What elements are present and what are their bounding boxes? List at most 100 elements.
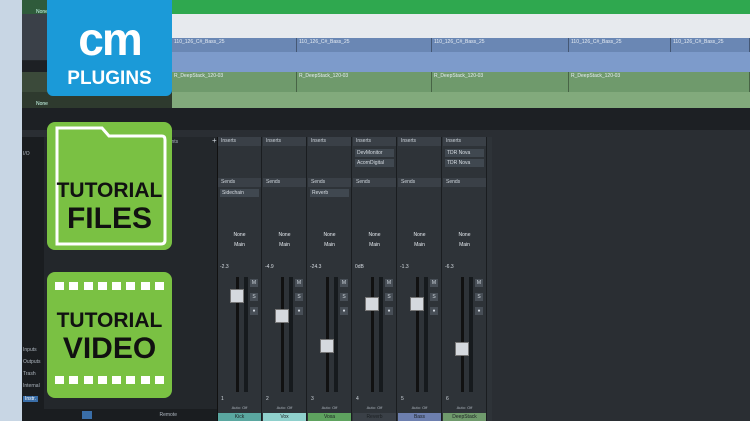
send-slot[interactable]: Sidechain [220, 189, 259, 197]
sidebar-item-internal[interactable]: Internal [23, 383, 40, 389]
channel-name[interactable]: Reverb [353, 413, 396, 421]
send-slot[interactable]: Reverb [310, 189, 349, 197]
input-route[interactable]: None [443, 231, 486, 239]
volume-readout[interactable]: -24.3 [310, 264, 321, 270]
sends-header[interactable]: Sends [308, 178, 351, 187]
mute-button[interactable]: M [340, 279, 348, 287]
input-route[interactable]: None [308, 231, 351, 239]
fx-icon[interactable] [82, 411, 92, 419]
track-lane-1[interactable] [172, 0, 750, 14]
tutorial-video-badge[interactable]: TUTORIAL VIDEO [47, 272, 172, 398]
add-icon[interactable]: + [212, 136, 217, 145]
insert-slot[interactable]: DevMonitor [355, 149, 394, 157]
sends-header[interactable]: Sends [443, 178, 486, 187]
volume-fader[interactable] [320, 339, 334, 353]
channel-name[interactable]: Bass [398, 413, 441, 421]
input-route[interactable]: None [218, 231, 261, 239]
volume-readout[interactable]: -2.3 [220, 264, 229, 270]
tutorial-files-badge[interactable]: TUTORIAL FILES [47, 122, 172, 250]
output-route[interactable]: Main [218, 241, 261, 249]
input-route[interactable]: None [263, 231, 306, 239]
sends-header[interactable]: Sends [398, 178, 441, 187]
volume-fader[interactable] [230, 289, 244, 303]
record-icon[interactable]: ● [385, 307, 393, 315]
output-route[interactable]: Main [308, 241, 351, 249]
mute-button[interactable]: M [430, 279, 438, 287]
solo-button[interactable]: S [340, 293, 348, 301]
fader-track [461, 277, 464, 392]
volume-readout[interactable]: 0dB [355, 264, 364, 270]
volume-fader[interactable] [275, 309, 289, 323]
sidebar-item-instr[interactable]: Instr. [23, 396, 38, 402]
automation-mode[interactable]: Auto: Off [263, 405, 306, 410]
inserts-header[interactable]: Inserts [263, 137, 306, 146]
clip[interactable]: R_DeepStack_120-03 [432, 72, 569, 92]
automation-mode[interactable]: Auto: Off [353, 405, 396, 410]
clip[interactable]: 110_126_C#_Bass_25 [432, 38, 569, 52]
output-route[interactable]: Main [353, 241, 396, 249]
solo-button[interactable]: S [475, 293, 483, 301]
output-route[interactable]: Main [398, 241, 441, 249]
solo-button[interactable]: S [430, 293, 438, 301]
browser-footer-remote[interactable]: Remote [159, 412, 177, 418]
mute-button[interactable]: M [295, 279, 303, 287]
input-route[interactable]: None [398, 231, 441, 239]
clip[interactable]: R_DeepStack_120-03 [569, 72, 750, 92]
insert-slot[interactable]: AcornDigital [355, 159, 394, 167]
inserts-header[interactable]: Inserts [353, 137, 396, 146]
sends-header[interactable]: Sends [353, 178, 396, 187]
automation-mode[interactable]: Auto: Off [443, 405, 486, 410]
volume-fader[interactable] [410, 297, 424, 311]
volume-readout[interactable]: -1.3 [400, 264, 409, 270]
track-lane-2[interactable] [172, 14, 750, 38]
solo-button[interactable]: S [295, 293, 303, 301]
mute-button[interactable]: M [475, 279, 483, 287]
channel-name[interactable]: Voxa [308, 413, 351, 421]
sidebar-item-inputs[interactable]: Inputs [23, 347, 37, 353]
input-route[interactable]: None [353, 231, 396, 239]
record-icon[interactable]: ● [250, 307, 258, 315]
record-icon[interactable]: ● [295, 307, 303, 315]
mute-button[interactable]: M [250, 279, 258, 287]
automation-mode[interactable]: Auto: Off [218, 405, 261, 410]
track-lane-3[interactable]: 110_126_C#_Bass_25 110_126_C#_Bass_25 11… [172, 38, 750, 52]
track-lane-5[interactable] [172, 92, 750, 108]
volume-readout[interactable]: -4.9 [265, 264, 274, 270]
insert-slot[interactable]: TDR Nova [445, 149, 484, 157]
clip[interactable]: 110_126_C#_Bass_25 [297, 38, 432, 52]
channel-name[interactable]: DeepStack [443, 413, 486, 421]
output-route[interactable]: Main [443, 241, 486, 249]
output-route[interactable]: Main [263, 241, 306, 249]
record-icon[interactable]: ● [340, 307, 348, 315]
track-lane-4[interactable]: R_DeepStack_120-03 R_DeepStack_120-03 R_… [172, 72, 750, 92]
clip[interactable]: 110_126_C#_Bass_25 [569, 38, 671, 52]
volume-readout[interactable]: -6.3 [445, 264, 454, 270]
mute-button[interactable]: M [385, 279, 393, 287]
record-icon[interactable]: ● [430, 307, 438, 315]
sidebar-item-outputs[interactable]: Outputs [23, 359, 41, 365]
channel-name[interactable]: Vox [263, 413, 306, 421]
volume-fader[interactable] [365, 297, 379, 311]
record-icon[interactable]: ● [475, 307, 483, 315]
inserts-header[interactable]: Inserts [308, 137, 351, 146]
automation-mode[interactable]: Auto: Off [398, 405, 441, 410]
solo-button[interactable]: S [385, 293, 393, 301]
inserts-header[interactable]: Inserts [443, 137, 486, 146]
solo-button[interactable]: S [250, 293, 258, 301]
sidebar-item-io[interactable]: I/O [23, 151, 30, 157]
channel-strip: Inserts Sends Reverb None Main -24.3 M S ● 3 Auto:… [308, 137, 352, 421]
clip[interactable]: R_DeepStack_120-03 [172, 72, 297, 92]
volume-fader[interactable] [455, 342, 469, 356]
sends-header[interactable]: Sends [263, 178, 306, 187]
automation-mode[interactable]: Auto: Off [308, 405, 351, 410]
channel-name[interactable]: Kick [218, 413, 261, 421]
clip[interactable]: R_DeepStack_120-03 [297, 72, 432, 92]
sends-header[interactable]: Sends [218, 178, 261, 187]
clip[interactable]: 110_126_C#_Bass_25 [172, 38, 297, 52]
inserts-header[interactable]: Inserts [398, 137, 441, 146]
track-lane-3b[interactable] [172, 52, 750, 72]
insert-slot[interactable]: TDR Nova [445, 159, 484, 167]
sidebar-item-trash[interactable]: Trash [23, 371, 36, 377]
inserts-header[interactable]: Inserts [218, 137, 261, 146]
clip[interactable]: 110_126_C#_Bass_25 [671, 38, 750, 52]
